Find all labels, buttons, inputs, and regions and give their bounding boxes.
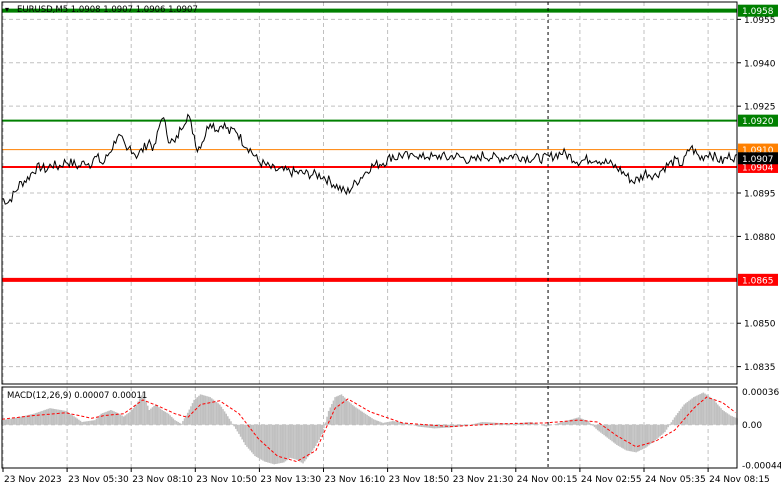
macd-tick-label: 0.00036 — [742, 388, 779, 398]
time-tick-label: 23 Nov 13:30 — [260, 475, 321, 485]
price-tick-label: 1.0895 — [744, 190, 776, 200]
horizontal-levels — [2, 8, 737, 282]
macd-tick-label: 0.00 — [742, 421, 762, 431]
macd-axis-labels: 0.00036 0.00 -0.00044 — [742, 388, 781, 472]
price-tick-label: 1.0940 — [744, 59, 776, 69]
current-price-label: 1.0907 — [742, 155, 774, 165]
time-tick-label: 23 Nov 10:50 — [196, 475, 257, 485]
time-tick-label: 23 Nov 08:10 — [132, 475, 193, 485]
time-tick-label: 23 Nov 05:30 — [68, 475, 129, 485]
price-series-line — [2, 113, 738, 205]
macd-title: MACD(12,26,9) 0.00007 0.00011 — [7, 391, 147, 401]
chart-header: ▾ EURUSD,M5 1.0908 1.0907 1.0906 1.0907 — [5, 5, 198, 15]
time-tick-label: 23 Nov 2023 — [4, 475, 62, 485]
chart-canvas: 1.0955 1.0940 1.0925 1.0895 1.0880 1.0850 1.08… — [1, 1, 781, 485]
price-tick-label: 1.0835 — [744, 363, 776, 373]
price-tick-label: 1.0925 — [744, 103, 776, 113]
macd-tick-label: -0.00044 — [742, 462, 781, 472]
time-tick-label: 24 Nov 05:35 — [645, 475, 706, 485]
price-tick-label: 1.0880 — [744, 233, 776, 243]
time-tick-label: 24 Nov 02:55 — [581, 475, 642, 485]
level-label-text: 1.0958 — [742, 7, 774, 17]
price-axis-labels: 1.0955 1.0940 1.0925 1.0895 1.0880 1.0850 1.08… — [737, 16, 776, 373]
level-label-text: 1.0904 — [742, 163, 774, 173]
time-tick-label: 24 Nov 00:15 — [517, 475, 578, 485]
level-label-text: 1.0865 — [742, 276, 774, 286]
price-tick-label: 1.0955 — [744, 16, 776, 26]
time-tick-label: 24 Nov 08:15 — [709, 475, 770, 485]
time-tick-label: 23 Nov 21:30 — [453, 475, 514, 485]
level-price-labels: 1.09581.09201.09101.09041.08651.0907 — [738, 4, 778, 286]
time-tick-label: 23 Nov 18:50 — [389, 475, 450, 485]
time-tick-label: 23 Nov 16:10 — [325, 475, 386, 485]
main-grid — [2, 2, 737, 384]
time-axis-labels: 23 Nov 2023 23 Nov 05:30 23 Nov 08:10 23 No… — [2, 468, 770, 485]
macd-histogram — [1, 392, 738, 465]
symbol-info-text: EURUSD,M5 1.0908 1.0907 1.0906 1.0907 — [17, 5, 198, 15]
price-tick-label: 1.0850 — [744, 320, 776, 330]
symbol-dropdown-icon[interactable]: ▾ — [5, 5, 9, 14]
level-label-text: 1.0920 — [742, 117, 774, 127]
chart-window: 1.0955 1.0940 1.0925 1.0895 1.0880 1.0850 1.08… — [0, 0, 781, 489]
